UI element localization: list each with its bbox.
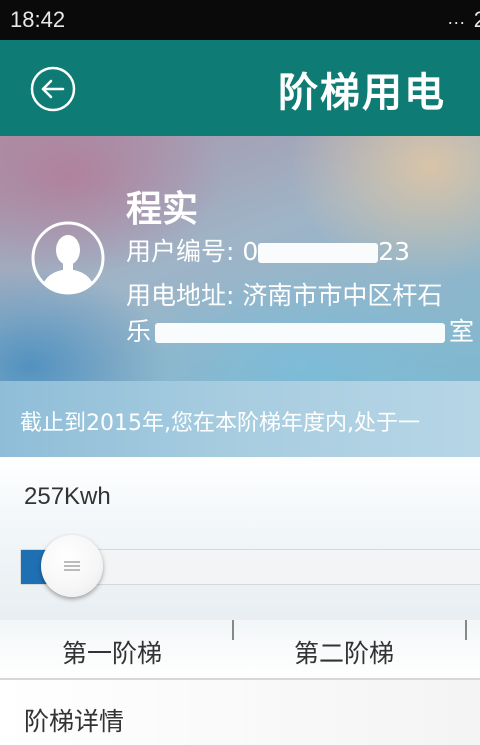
address-line: 用电地址: 济南市市中区杆石 bbox=[126, 276, 442, 312]
redaction-mark bbox=[258, 243, 379, 263]
status-indicators: ... 2 bbox=[448, 7, 480, 33]
user-avatar-icon bbox=[31, 221, 105, 295]
redaction-mark bbox=[155, 323, 446, 343]
usage-area: 257Kwh bbox=[0, 457, 480, 620]
tier-details-label: 阶梯详情 bbox=[24, 707, 125, 736]
account-number-suffix: 23 bbox=[378, 237, 411, 266]
app-header: 阶梯用电 bbox=[0, 40, 480, 136]
user-name: 程实 bbox=[126, 189, 199, 230]
address-label: 用电地址: bbox=[126, 281, 243, 310]
back-button[interactable] bbox=[30, 66, 76, 112]
profile-banner: 程实 用户编号: 0 23 用电地址: 济南市市中区杆石 乐室 bbox=[0, 136, 480, 381]
address-line-continued: 乐室 bbox=[126, 312, 474, 348]
status-time: 18:42 bbox=[10, 7, 66, 32]
address-continued-start: 乐 bbox=[126, 317, 152, 346]
slider-grip-icon bbox=[64, 561, 80, 571]
account-number-label: 用户编号: bbox=[126, 237, 243, 266]
tier-label-first[interactable]: 第一阶梯 bbox=[62, 634, 162, 670]
page-title: 阶梯用电 bbox=[278, 70, 446, 116]
usage-slider[interactable] bbox=[20, 535, 480, 597]
tier-details-row[interactable]: 阶梯详情 bbox=[0, 680, 480, 745]
address-value: 济南市市中区杆石 bbox=[242, 281, 443, 310]
status-bar: 18:42 ... 2 bbox=[0, 0, 480, 40]
signal-indicator: 2 bbox=[473, 7, 480, 32]
account-number-prefix: 0 bbox=[242, 237, 259, 266]
notice-text: 截止到2015年,您在本阶梯年度内,处于一 bbox=[20, 411, 420, 436]
notice-bar: 截止到2015年,您在本阶梯年度内,处于一 bbox=[0, 381, 480, 457]
tier-tick bbox=[232, 620, 234, 640]
back-arrow-icon bbox=[30, 66, 76, 112]
avatar bbox=[30, 220, 106, 296]
address-continued-end: 室 bbox=[449, 317, 475, 346]
slider-thumb[interactable] bbox=[41, 535, 103, 597]
account-number: 用户编号: 0 23 bbox=[126, 232, 410, 268]
tier-tick bbox=[465, 620, 467, 640]
usage-value: 257Kwh bbox=[24, 483, 111, 510]
tier-row: 第一阶梯 第二阶梯 bbox=[0, 620, 480, 678]
notification-dots: ... bbox=[447, 8, 466, 28]
tier-label-second[interactable]: 第二阶梯 bbox=[294, 634, 394, 670]
